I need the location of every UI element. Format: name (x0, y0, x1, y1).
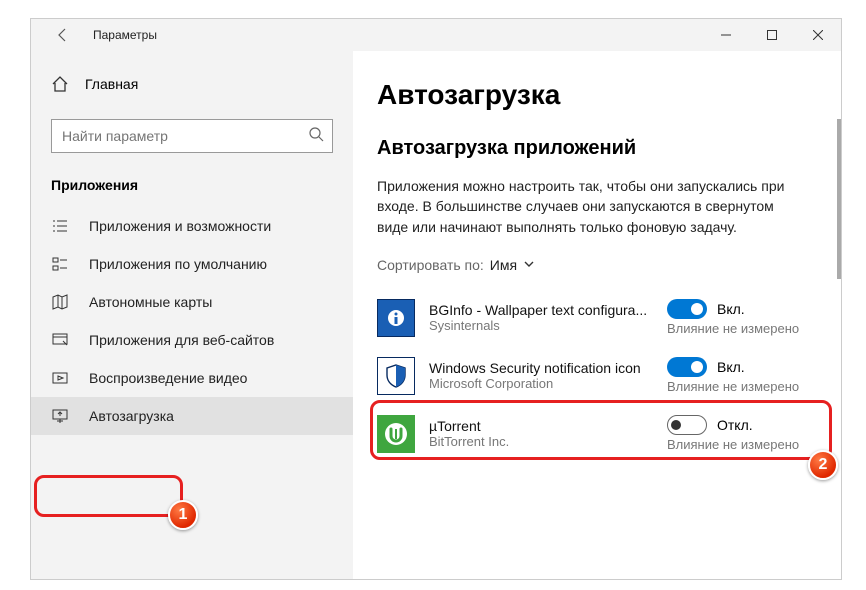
video-icon (51, 369, 69, 387)
list-icon (51, 217, 69, 235)
sidebar-home[interactable]: Главная (31, 67, 353, 101)
settings-window: Параметры Главная Приложения (30, 18, 842, 580)
map-icon (51, 293, 69, 311)
sidebar-item-video-playback[interactable]: Воспроизведение видео (31, 359, 353, 397)
sidebar-item-startup[interactable]: Автозагрузка (31, 397, 353, 435)
app-publisher: BitTorrent Inc. (429, 434, 653, 449)
sidebar-item-web-apps[interactable]: Приложения для веб-сайтов (31, 321, 353, 359)
close-button[interactable] (795, 19, 841, 51)
sort-label: Сортировать по: (377, 257, 484, 273)
sort-control[interactable]: Сортировать по: Имя (377, 257, 817, 273)
app-publisher: Sysinternals (429, 318, 653, 333)
back-button[interactable] (53, 25, 73, 45)
sidebar-home-label: Главная (85, 76, 138, 92)
maximize-button[interactable] (749, 19, 795, 51)
minimize-button[interactable] (703, 19, 749, 51)
sidebar-item-label: Приложения по умолчанию (89, 256, 267, 272)
app-name: BGInfo - Wallpaper text configura... (429, 302, 653, 318)
sort-value: Имя (490, 257, 517, 273)
page-description: Приложения можно настроить так, чтобы он… (377, 176, 807, 237)
startup-app-row: BGInfo - Wallpaper text configura... Sys… (377, 293, 817, 351)
window-title: Параметры (93, 28, 157, 42)
main-content: Автозагрузка Автозагрузка приложений При… (353, 51, 841, 579)
sidebar: Главная Приложения Приложения и возможно… (31, 51, 353, 579)
startup-toggle[interactable] (667, 415, 707, 435)
app-icon-bginfo (377, 299, 415, 337)
scrollbar[interactable] (837, 119, 841, 279)
sidebar-item-label: Автономные карты (89, 294, 212, 310)
startup-icon (51, 407, 69, 425)
startup-toggle[interactable] (667, 299, 707, 319)
app-name: Windows Security notification icon (429, 360, 653, 376)
app-icon-utorrent (377, 415, 415, 453)
toggle-label: Вкл. (717, 301, 745, 317)
search-input[interactable] (62, 128, 308, 144)
page-title: Автозагрузка (377, 79, 817, 111)
impact-label: Влияние не измерено (667, 437, 799, 452)
search-box[interactable] (51, 119, 333, 153)
sidebar-item-apps-features[interactable]: Приложения и возможности (31, 207, 353, 245)
startup-app-row: µTorrent BitTorrent Inc. Откл. Влияние н… (377, 409, 817, 467)
startup-toggle[interactable] (667, 357, 707, 377)
sidebar-item-label: Приложения и возможности (89, 218, 271, 234)
sidebar-item-label: Приложения для веб-сайтов (89, 332, 274, 348)
search-icon (308, 126, 324, 147)
app-icon-security (377, 357, 415, 395)
titlebar: Параметры (31, 19, 841, 51)
page-subtitle: Автозагрузка приложений (377, 137, 817, 160)
sidebar-item-default-apps[interactable]: Приложения по умолчанию (31, 245, 353, 283)
sidebar-section-label: Приложения (31, 171, 353, 207)
home-icon (51, 75, 69, 93)
toggle-label: Откл. (717, 417, 753, 433)
impact-label: Влияние не измерено (667, 321, 799, 336)
web-apps-icon (51, 331, 69, 349)
defaults-icon (51, 255, 69, 273)
sidebar-item-label: Воспроизведение видео (89, 370, 247, 386)
chevron-down-icon (523, 257, 535, 273)
startup-app-row: Windows Security notification icon Micro… (377, 351, 817, 409)
app-publisher: Microsoft Corporation (429, 376, 653, 391)
sidebar-item-offline-maps[interactable]: Автономные карты (31, 283, 353, 321)
toggle-label: Вкл. (717, 359, 745, 375)
impact-label: Влияние не измерено (667, 379, 799, 394)
app-name: µTorrent (429, 418, 653, 434)
sidebar-item-label: Автозагрузка (89, 408, 174, 424)
